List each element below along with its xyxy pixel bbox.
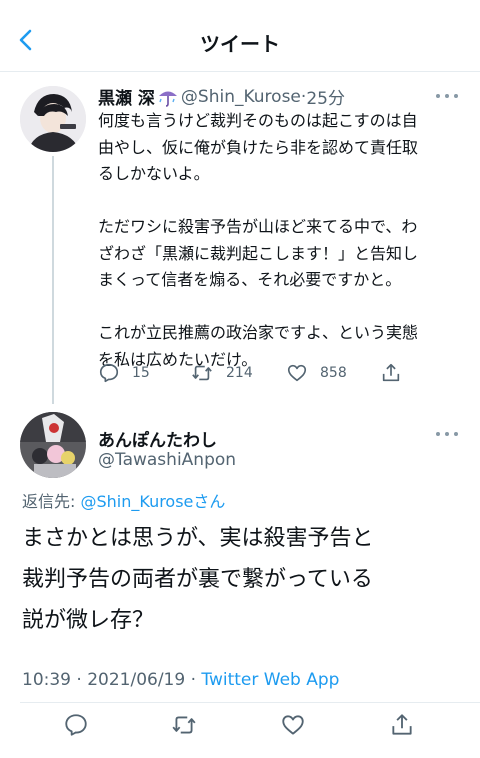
reply-count: 15 xyxy=(132,365,150,381)
divider xyxy=(20,702,480,703)
reply-button[interactable]: 15 xyxy=(98,362,150,384)
reply-icon xyxy=(99,363,119,383)
main-tweet-text: まさかとは思うが、実は殺害予告と 裁判予告の両者が裏で繋がっている 説が微レ存？ xyxy=(22,518,462,641)
text-line: 由やし、仮に俺が負けたら非を認めて責任取 xyxy=(98,137,419,157)
page-title: ツイート xyxy=(200,32,280,56)
reply-icon xyxy=(65,714,87,736)
retweet-button[interactable]: 214 xyxy=(190,362,253,384)
tweet-client-link[interactable]: Twitter Web App xyxy=(201,670,339,690)
retweet-icon xyxy=(172,716,196,734)
reply-mention-link[interactable]: @Shin_Kuroseさん xyxy=(80,492,225,511)
text-line: まさかとは思うが、実は殺害予告と xyxy=(22,526,374,551)
parent-tweet-actions: 15 214 858 xyxy=(98,362,418,390)
text-line: ざわざ「黒瀬に裁判起こします！」と告知し xyxy=(98,243,419,263)
text-line: るしかないよ。 xyxy=(98,164,210,183)
avatar[interactable] xyxy=(20,412,86,478)
text-line: これが立民推薦の政治家ですよ、という実態 xyxy=(98,323,419,342)
parent-tweet-header: 黒瀬 深 @Shin_Kurose · 25分 xyxy=(98,84,345,110)
thread-line xyxy=(52,156,54,404)
parent-tweet-text: 何度も言うけど裁判そのものは起こすのは自 由やし、仮に俺が負けたら非を認めて責任… xyxy=(98,108,466,373)
like-icon xyxy=(282,715,304,735)
top-bar: ツイート xyxy=(0,0,480,72)
text-line: まくって信者を煽る、それ必要ですかと。 xyxy=(98,270,402,289)
retweet-icon xyxy=(192,365,212,381)
tweet-time[interactable]: 25分 xyxy=(306,84,345,109)
text-line: 裁判予告の両者が裏で繋がっている xyxy=(22,567,373,592)
author-name[interactable]: 黒瀬 深 xyxy=(98,84,155,109)
tweet-meta: 10:39 · 2021/06/19 · Twitter Web App xyxy=(22,670,339,690)
text-line: ただワシに殺害予告が山ほど来てる中で、わ xyxy=(98,217,418,236)
avatar[interactable] xyxy=(20,86,86,152)
share-icon xyxy=(382,363,400,382)
umbrella-rain-icon xyxy=(157,87,179,107)
text-line: 説が微レ存？ xyxy=(22,608,155,633)
author-name[interactable]: あんぽんたわし xyxy=(98,426,217,451)
retweet-count: 214 xyxy=(226,365,253,381)
avatar-illustration xyxy=(20,86,86,152)
author-handle[interactable]: @TawashiAnpon xyxy=(98,450,236,470)
share-button[interactable] xyxy=(389,712,415,738)
more-icon[interactable] xyxy=(436,94,458,100)
more-icon[interactable] xyxy=(436,432,458,438)
reply-button[interactable] xyxy=(63,712,89,738)
like-button[interactable]: 858 xyxy=(286,362,347,384)
avatar-photo xyxy=(20,412,86,478)
retweet-button[interactable] xyxy=(170,712,198,738)
like-icon xyxy=(287,364,307,382)
share-button[interactable] xyxy=(380,362,402,384)
text-line: 何度も言うけど裁判そのものは起こすのは自 xyxy=(98,111,418,130)
main-tweet-actions xyxy=(0,708,480,744)
tweet-timestamp[interactable]: 10:39 · 2021/06/19 · xyxy=(22,670,201,690)
reply-to-label: 返信先: xyxy=(22,492,81,511)
like-count: 858 xyxy=(320,365,347,381)
author-handle[interactable]: @Shin_Kurose xyxy=(181,87,301,107)
share-icon xyxy=(392,714,412,735)
like-button[interactable] xyxy=(280,712,306,738)
reply-to-line: 返信先: @Shin_Kuroseさん xyxy=(22,488,225,512)
